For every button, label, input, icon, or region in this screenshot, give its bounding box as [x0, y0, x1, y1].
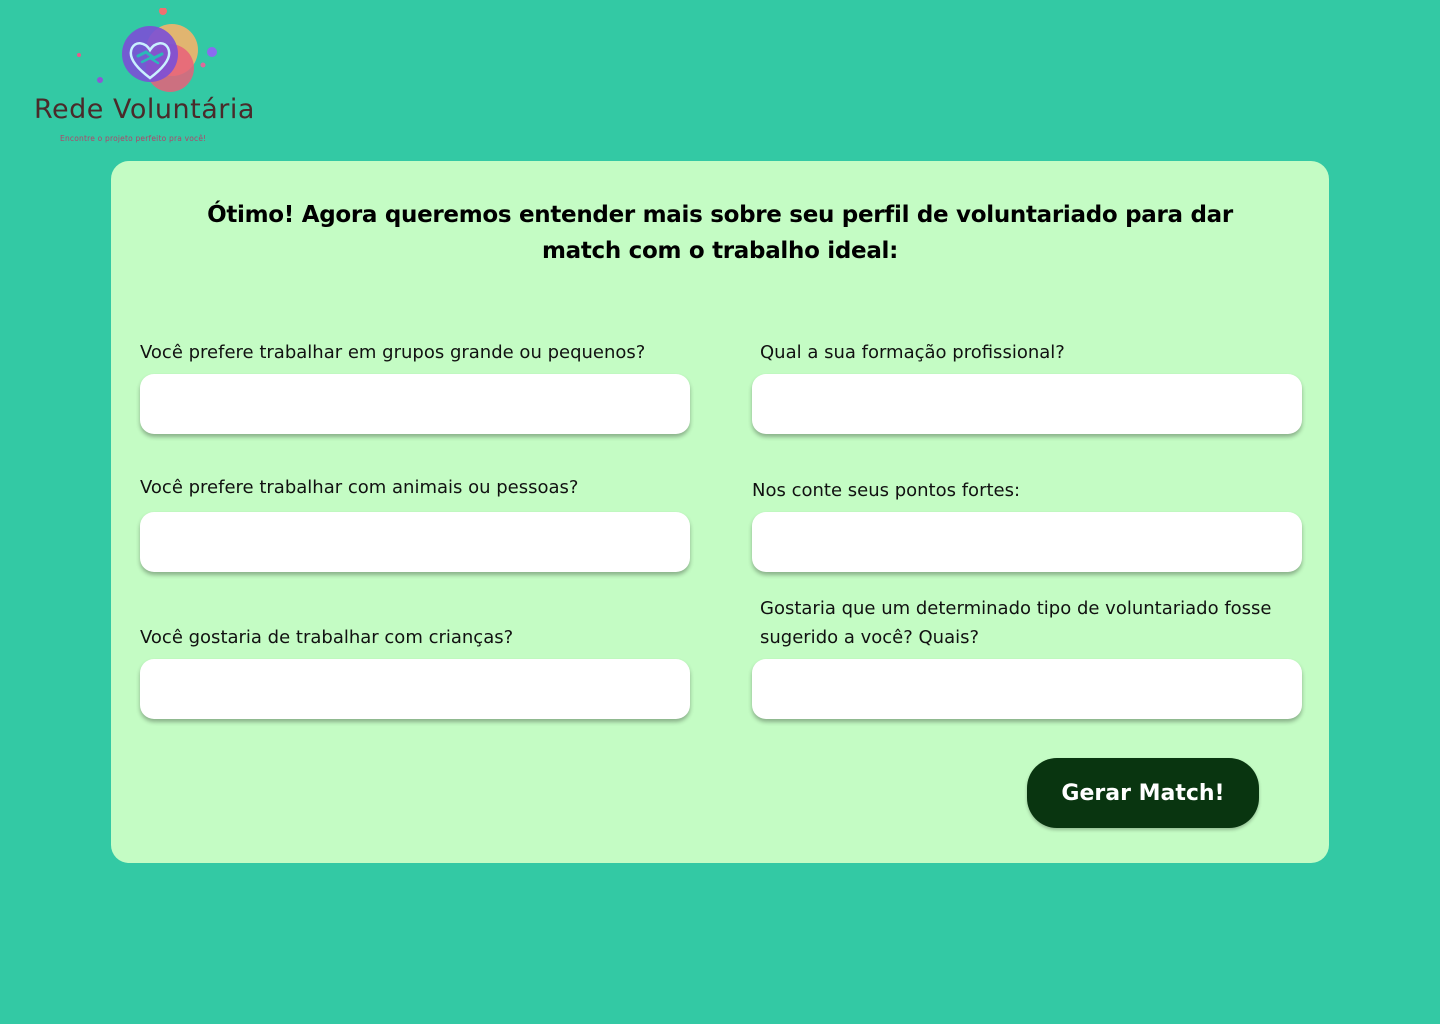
strengths-input[interactable] [752, 512, 1302, 572]
volunteering-suggestion-label: Gostaria que um determinado tipo de volu… [760, 598, 1272, 648]
brand-logo[interactable]: Rede Voluntária Encontre o projeto perfe… [32, 8, 254, 148]
form-heading: Ótimo! Agora queremos entender mais sobr… [207, 202, 1233, 264]
heart-handshake-icon [77, 8, 217, 92]
page: Rede Voluntária Encontre o projeto perfe… [0, 0, 1440, 1024]
match-form-card: Ótimo! Agora queremos entender mais sobr… [111, 161, 1329, 863]
children-label: Você gostaria de trabalhar com crianças? [140, 627, 514, 648]
strengths-label: Nos conte seus pontos fortes: [752, 480, 1021, 501]
group-size-input[interactable] [140, 374, 690, 434]
generate-match-button[interactable]: Gerar Match! [1027, 758, 1259, 828]
group-size-label: Você prefere trabalhar em grupos grande … [140, 342, 646, 363]
brand-tagline: Encontre o projeto perfeito pra você! [60, 134, 207, 143]
professional-background-input[interactable] [752, 374, 1302, 434]
children-input[interactable] [140, 659, 690, 719]
volunteering-suggestion-input[interactable] [752, 659, 1302, 719]
professional-background-label: Qual a sua formação profissional? [760, 342, 1065, 363]
animals-or-people-label: Você prefere trabalhar com animais ou pe… [140, 477, 579, 498]
animals-or-people-input[interactable] [140, 512, 690, 572]
brand-name: Rede Voluntária [34, 94, 255, 125]
